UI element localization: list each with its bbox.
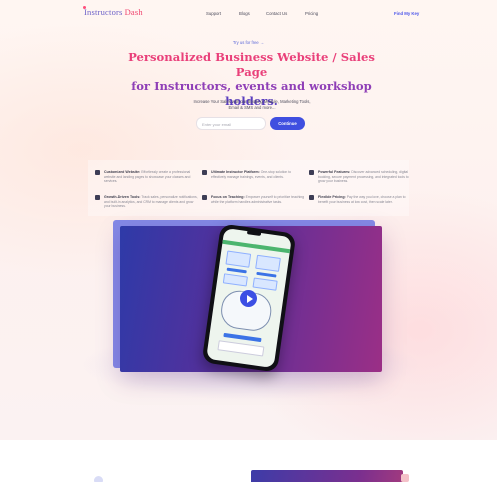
logo-text-main: Instructors xyxy=(84,7,123,17)
users-icon xyxy=(202,170,207,175)
app-card xyxy=(255,254,281,272)
nav-link-pricing[interactable]: Pricing xyxy=(305,11,335,16)
app-button xyxy=(256,271,277,278)
feature-title: Ultimate Instructor Platform: xyxy=(211,170,260,174)
brand-logo[interactable]: Instructors Dash xyxy=(83,6,143,17)
app-button xyxy=(226,267,247,274)
app-card xyxy=(225,250,252,268)
feature-item: Focus on Teaching: Empower yourself to p… xyxy=(202,195,306,204)
feature-item: Growth-Driven Tools: Track sales, person… xyxy=(95,195,199,209)
feature-title: Flexible Pricing: xyxy=(318,195,346,199)
play-icon[interactable] xyxy=(240,290,257,307)
nav-link-contact[interactable]: Contact Us xyxy=(266,11,305,16)
logo-dot-icon xyxy=(83,6,86,9)
try-free-link[interactable]: Try us for free → xyxy=(0,40,497,45)
feature-title: Powerful Features: xyxy=(318,170,351,174)
nav-link-blogs[interactable]: Blogs xyxy=(239,11,266,16)
next-section xyxy=(0,440,497,482)
feature-title: Focus on Teaching: xyxy=(211,195,245,199)
chart-icon xyxy=(95,195,100,200)
app-list xyxy=(217,340,265,357)
lightning-icon xyxy=(309,170,314,175)
headline-line-1: Personalized Business Website / Sales Pa… xyxy=(128,50,375,79)
feature-item: Ultimate Instructor Platform: One-stop s… xyxy=(202,170,306,179)
decorative-accent xyxy=(401,474,409,482)
app-card xyxy=(252,277,278,291)
app-card xyxy=(222,273,248,287)
section-image xyxy=(251,470,403,482)
headline-line-2: for Instructors, events and workshop xyxy=(131,79,372,93)
briefcase-icon xyxy=(95,170,100,175)
continue-button[interactable]: Continue xyxy=(270,117,305,130)
email-field[interactable]: Enter your email xyxy=(196,117,266,130)
top-nav: Instructors Dash Support Blogs Contact U… xyxy=(0,0,497,26)
tag-icon xyxy=(309,195,314,200)
section-icon xyxy=(94,476,103,482)
find-my-key-link[interactable]: Find My Key xyxy=(394,11,419,16)
feature-title: Growth-Driven Tools: xyxy=(104,195,141,199)
feature-title: Customized Website: xyxy=(104,170,141,174)
feature-item: Flexible Pricing: Pay the way you love, … xyxy=(309,195,413,204)
nav-links: Support Blogs Contact Us Pricing xyxy=(200,11,335,16)
calendar-icon xyxy=(202,195,207,200)
hero-subtext: Increase Your Sales with our Booking Mod… xyxy=(193,99,311,110)
feature-item: Customized Website: Effortlessly create … xyxy=(95,170,199,184)
nav-link-support[interactable]: Support xyxy=(206,11,239,16)
feature-item: Powerful Features: Discover advanced sch… xyxy=(309,170,413,184)
logo-text-accent: Dash xyxy=(124,7,143,17)
